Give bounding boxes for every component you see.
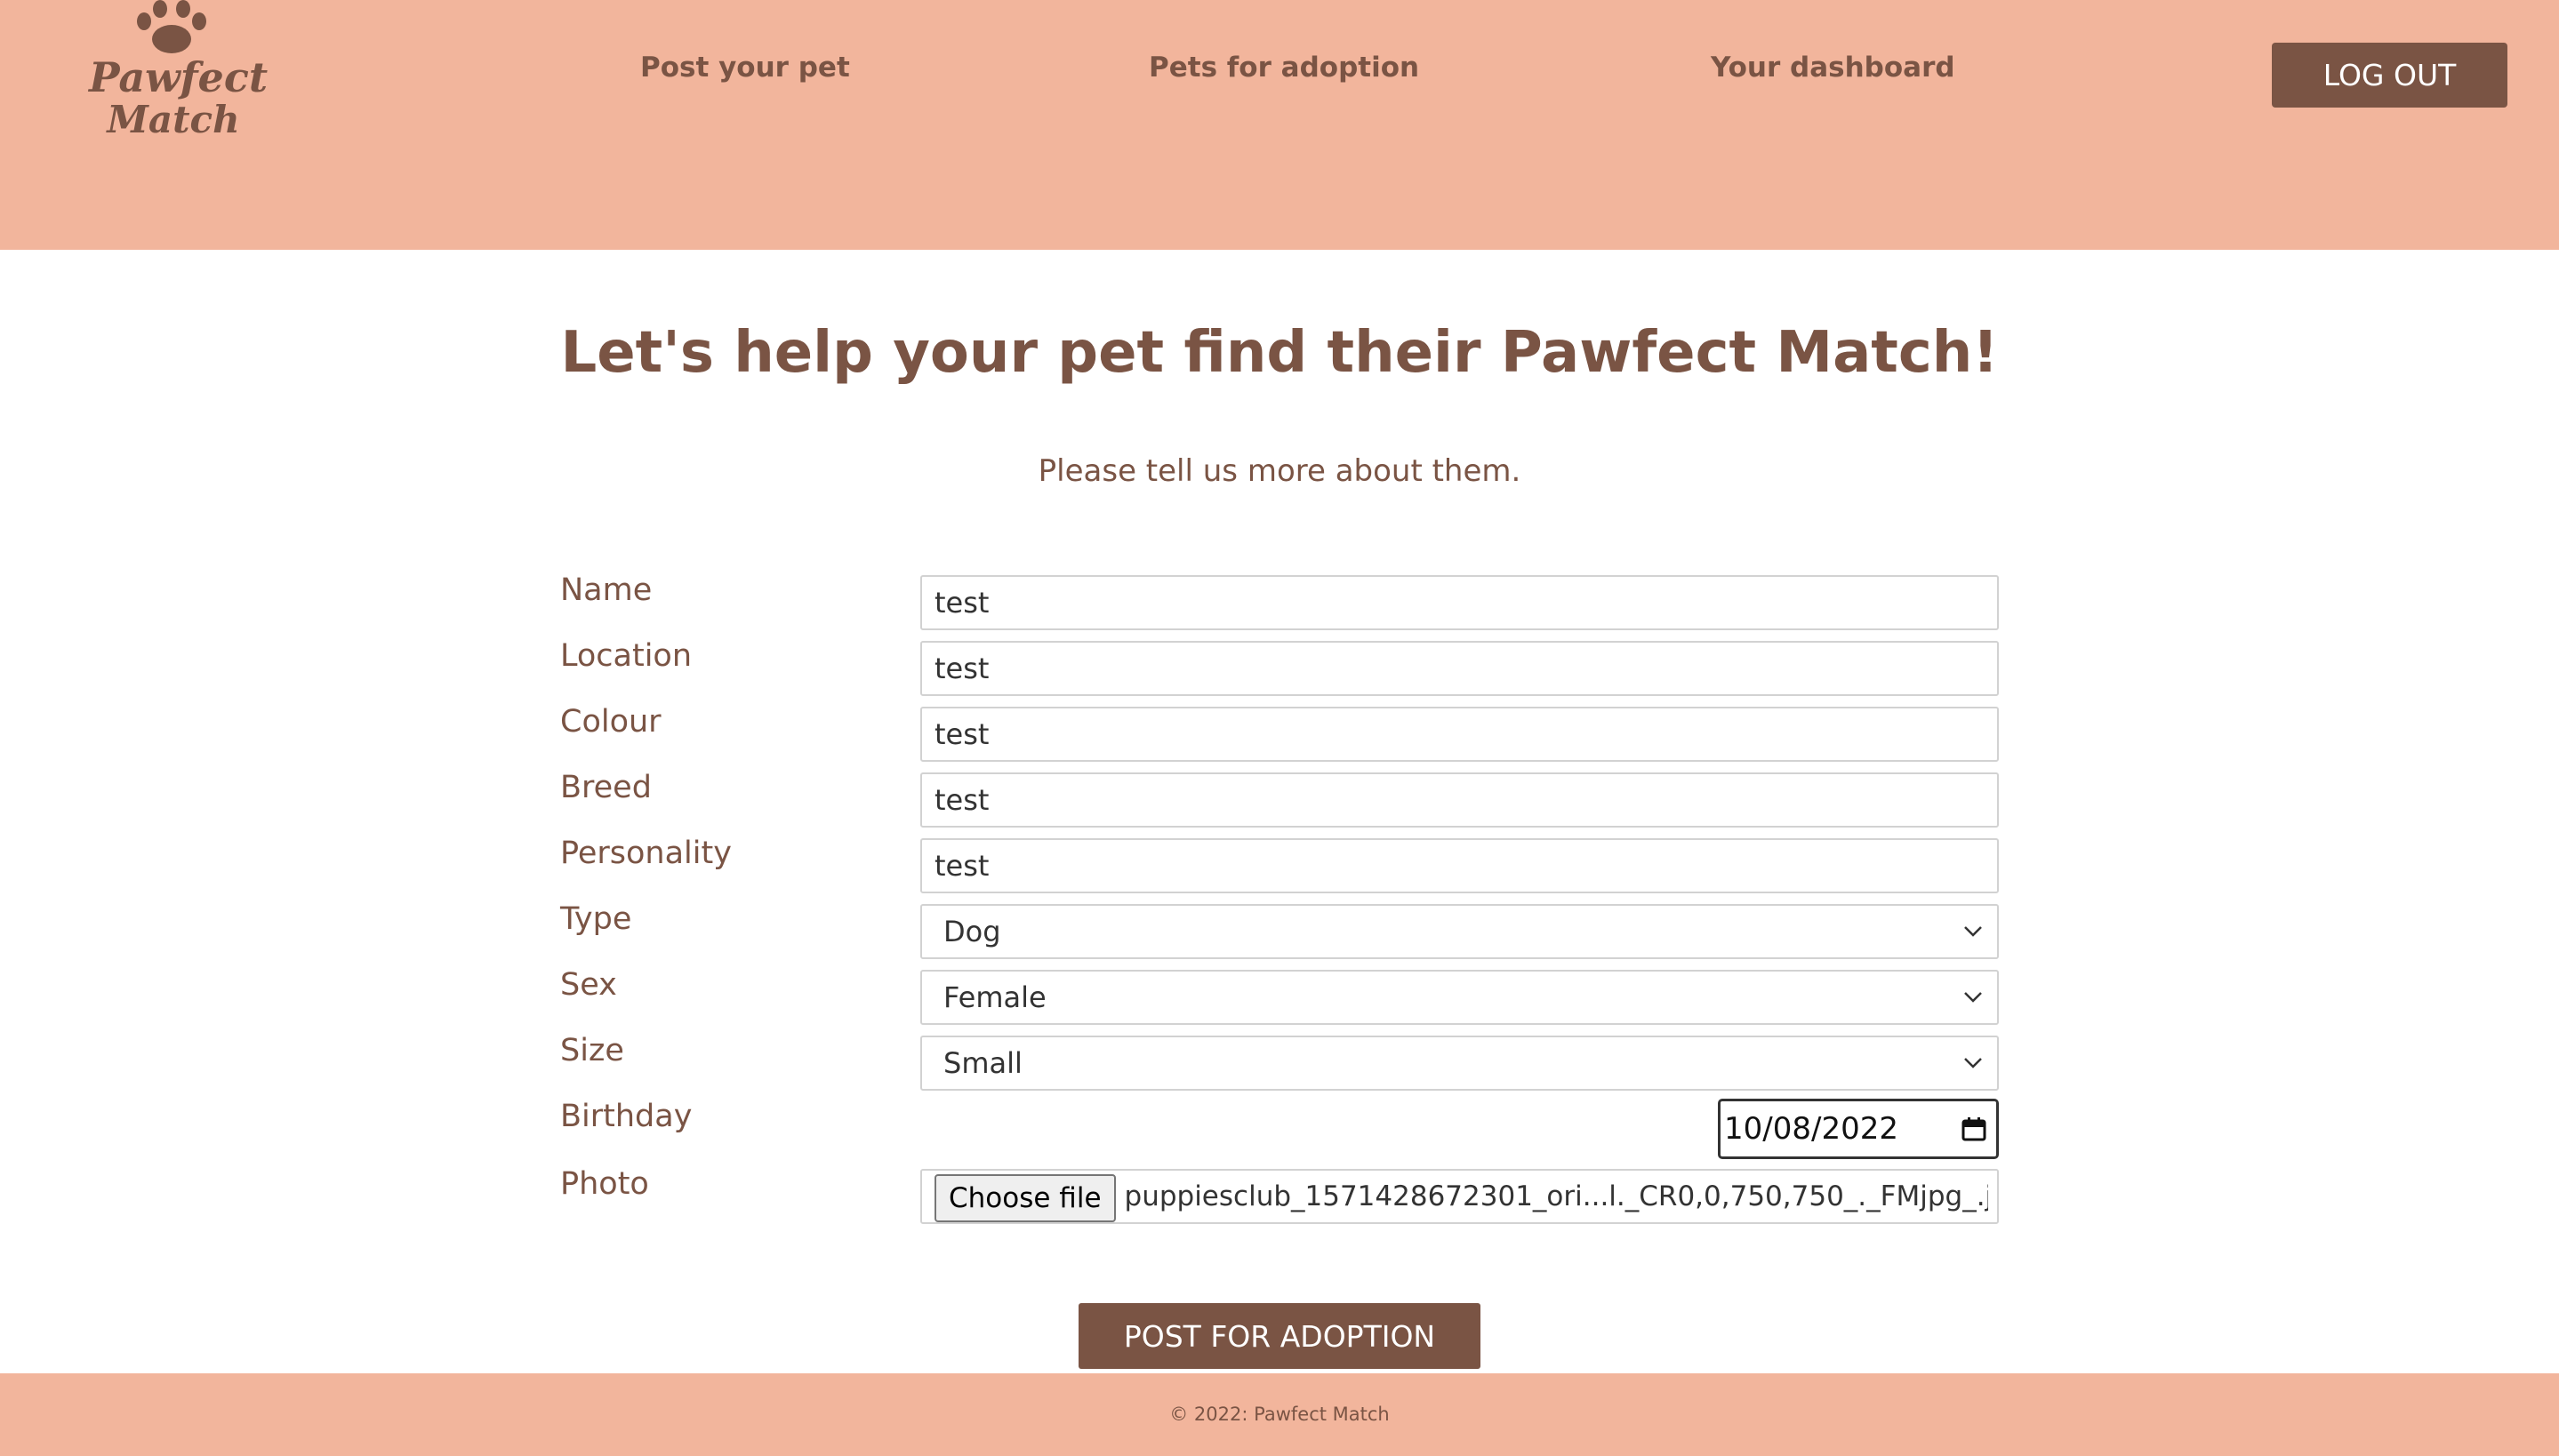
sex-select-value: Female xyxy=(943,980,1047,1014)
chevron-down-icon xyxy=(1964,926,1982,937)
sex-label: Sex xyxy=(560,967,617,1003)
post-for-adoption-button[interactable]: POST FOR ADOPTION xyxy=(1079,1303,1480,1369)
nav-your-dashboard[interactable]: Your dashboard xyxy=(1711,52,1955,84)
form-row-birthday: Birthday 10/08/2022 xyxy=(560,1099,2001,1159)
logo-text-line2: Match xyxy=(107,98,240,141)
breed-label: Breed xyxy=(560,770,652,805)
birthday-date-input[interactable]: 10/08/2022 xyxy=(1718,1099,1999,1159)
site-footer: © 2022: Pawfect Match xyxy=(0,1373,2559,1456)
nav-post-your-pet[interactable]: Post your pet xyxy=(640,52,850,84)
location-input[interactable]: test xyxy=(920,641,1999,696)
breed-input[interactable]: test xyxy=(920,772,1999,828)
form-row-sex: Sex Female xyxy=(560,967,2001,1025)
page-subtitle: Please tell us more about them. xyxy=(1038,453,1521,489)
form-row-type: Type Dog xyxy=(560,901,2001,959)
name-label: Name xyxy=(560,572,653,608)
form-row-personality: Personality test xyxy=(560,836,2001,893)
personality-input[interactable]: test xyxy=(920,838,1999,893)
paw-icon xyxy=(137,0,206,53)
form-row-colour: Colour test xyxy=(560,704,2001,762)
type-label: Type xyxy=(560,901,632,937)
nav-pets-for-adoption[interactable]: Pets for adoption xyxy=(1149,52,1419,84)
logo-text-line1: Pawfect xyxy=(89,53,269,101)
footer-copyright: © 2022: Pawfect Match xyxy=(1169,1404,1390,1425)
type-select[interactable]: Dog xyxy=(920,904,1999,959)
type-select-value: Dog xyxy=(943,915,1001,948)
size-select[interactable]: Small xyxy=(920,1036,1999,1091)
colour-label: Colour xyxy=(560,704,662,740)
site-logo[interactable]: Pawfect Match xyxy=(89,0,269,151)
logout-button[interactable]: LOG OUT xyxy=(2272,43,2507,108)
form-row-photo: Photo Choose file puppiesclub_1571428672… xyxy=(560,1166,2001,1224)
birthday-value: 10/08/2022 xyxy=(1724,1111,1898,1147)
location-label: Location xyxy=(560,638,693,674)
size-label: Size xyxy=(560,1033,624,1068)
form-row-size: Size Small xyxy=(560,1033,2001,1091)
calendar-icon[interactable] xyxy=(1961,1116,1987,1142)
page-title: Let's help your pet find their Pawfect M… xyxy=(560,320,1999,386)
site-header: Pawfect Match Post your pet Pets for ado… xyxy=(0,0,2559,250)
chevron-down-icon xyxy=(1964,992,1982,1003)
name-input[interactable]: test xyxy=(920,575,1999,630)
photo-file-input[interactable]: Choose file puppiesclub_1571428672301_or… xyxy=(920,1169,1999,1224)
birthday-label: Birthday xyxy=(560,1099,693,1134)
size-select-value: Small xyxy=(943,1046,1023,1080)
personality-label: Personality xyxy=(560,836,732,871)
form-row-name: Name test xyxy=(560,572,2001,630)
sex-select[interactable]: Female xyxy=(920,970,1999,1025)
colour-input[interactable]: test xyxy=(920,707,1999,762)
selected-file-name: puppiesclub_1571428672301_ori...l._CR0,0… xyxy=(1124,1180,1988,1212)
choose-file-button[interactable]: Choose file xyxy=(935,1174,1116,1222)
form-row-breed: Breed test xyxy=(560,770,2001,828)
form-row-location: Location test xyxy=(560,638,2001,696)
chevron-down-icon xyxy=(1964,1058,1982,1068)
photo-label: Photo xyxy=(560,1166,649,1202)
